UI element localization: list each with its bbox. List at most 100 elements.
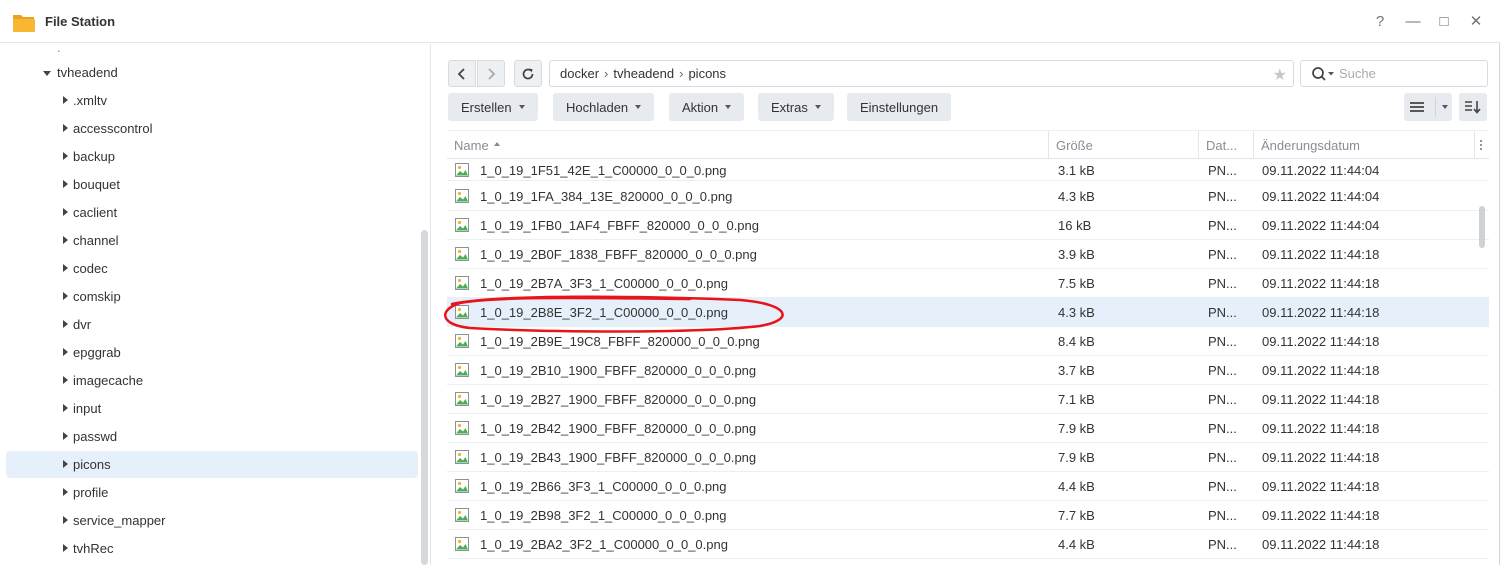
chevron-right-icon[interactable] — [60, 431, 70, 441]
folder-icon — [13, 15, 35, 32]
column-label: Name — [454, 137, 489, 153]
sidebar-scrollbar[interactable] — [421, 230, 428, 565]
table-row[interactable]: 1_0_19_2B98_3F2_1_C00000_0_0_0.png 7.7 kB… — [447, 501, 1489, 530]
tree-item-backup[interactable]: backup — [6, 143, 418, 170]
search-icon[interactable] — [1311, 66, 1337, 82]
chevron-right-icon[interactable] — [60, 95, 70, 105]
tree-item-epggrab[interactable]: epggrab — [6, 339, 418, 366]
column-header-name[interactable]: Name — [447, 131, 1049, 159]
list-view-icon — [1409, 102, 1424, 112]
tree-item-accesscontrol[interactable]: accesscontrol — [6, 115, 418, 142]
breadcrumb-docker[interactable]: docker — [560, 66, 599, 81]
settings-button[interactable]: Einstellungen — [847, 93, 952, 121]
search-input[interactable] — [1339, 64, 1479, 83]
path-bar[interactable]: docker › tvheadend › picons ★ — [549, 60, 1294, 87]
tree-item-label: channel — [73, 233, 119, 248]
file-name: 1_0_19_2B42_1900_FBFF_820000_0_0_0.png — [480, 420, 757, 436]
chevron-right-icon[interactable] — [60, 263, 70, 273]
table-row[interactable]: 1_0_19_2B42_1900_FBFF_820000_0_0_0.png 7.… — [447, 414, 1489, 443]
table-row[interactable]: 1_0_19_1FA_384_13E_820000_0_0_0.png 4.3 k… — [447, 182, 1489, 211]
tree-item-caclient[interactable]: caclient — [6, 199, 418, 226]
file-type: PN... — [1208, 449, 1237, 465]
chevron-right-icon[interactable] — [60, 515, 70, 525]
file-type: PN... — [1208, 304, 1237, 320]
chevron-right-icon[interactable] — [60, 347, 70, 357]
file-modified: 09.11.2022 11:44:18 — [1262, 246, 1380, 262]
tree-item-codec[interactable]: codec — [6, 255, 418, 282]
column-header-size[interactable]: Größe — [1049, 131, 1199, 159]
tree-item-tvhrec[interactable]: tvhRec — [6, 535, 418, 562]
file-name: 1_0_19_2BA2_3F2_1_C00000_0_0_0.png — [480, 536, 728, 552]
chevron-right-icon[interactable] — [60, 487, 70, 497]
chevron-right-icon[interactable] — [60, 543, 70, 553]
table-row[interactable]: 1_0_19_2B0F_1838_FBFF_820000_0_0_0.png 3.… — [447, 240, 1489, 269]
chevron-right-icon[interactable] — [60, 459, 70, 469]
tree-item-dvr[interactable]: dvr — [6, 311, 418, 338]
tree-item-picons[interactable]: picons — [6, 451, 418, 478]
file-name: 1_0_19_1FB0_1AF4_FBFF_820000_0_0_0.png — [480, 217, 759, 233]
extras-label: Extras — [771, 99, 808, 115]
tree-item-bouquet[interactable]: bouquet — [6, 171, 418, 198]
image-file-icon — [455, 537, 469, 551]
chevron-right-icon[interactable] — [60, 319, 70, 329]
search-box[interactable] — [1300, 60, 1488, 87]
tree-item-label: profile — [73, 485, 109, 500]
view-mode-button[interactable] — [1404, 93, 1452, 121]
back-button[interactable] — [448, 60, 476, 87]
tree-item-passwd[interactable]: passwd — [6, 423, 418, 450]
column-header-modified[interactable]: Änderungsdatum — [1254, 131, 1474, 159]
file-type: PN... — [1208, 246, 1237, 262]
dropdown-arrow-icon — [635, 105, 642, 109]
breadcrumb-tvheadend[interactable]: tvheadend — [613, 66, 674, 81]
refresh-icon — [522, 68, 534, 79]
tree-item-input[interactable]: input — [6, 395, 418, 422]
table-row[interactable]: 1_0_19_1FB0_1AF4_FBFF_820000_0_0_0.png 16… — [447, 211, 1489, 240]
chevron-right-icon[interactable] — [60, 375, 70, 385]
file-modified: 09.11.2022 11:44:18 — [1262, 420, 1380, 436]
column-menu-button[interactable] — [1474, 131, 1489, 159]
chevron-right-icon[interactable] — [60, 123, 70, 133]
table-row[interactable]: 1_0_19_2B10_1900_FBFF_820000_0_0_0.png 3.… — [447, 356, 1489, 385]
file-list-scrollbar[interactable] — [1479, 206, 1485, 248]
tree-item-imagecache[interactable]: imagecache — [6, 367, 418, 394]
close-button[interactable]: ✕ — [1465, 10, 1487, 32]
tree-item-channel[interactable]: channel — [6, 227, 418, 254]
window-title: File Station — [45, 14, 116, 29]
help-button[interactable]: ? — [1369, 10, 1391, 32]
file-size: 7.7 kB — [1058, 507, 1095, 523]
create-button[interactable]: Erstellen — [448, 93, 538, 121]
star-icon[interactable]: ★ — [1273, 65, 1287, 85]
table-row[interactable]: 1_0_19_1F51_42E_1_C00000_0_0_0.png 3.1 kB… — [447, 160, 1489, 181]
chevron-down-icon[interactable] — [42, 68, 52, 78]
create-label: Erstellen — [461, 99, 512, 115]
refresh-button[interactable] — [514, 60, 542, 87]
table-row[interactable]: 1_0_19_2B27_1900_FBFF_820000_0_0_0.png 7.… — [447, 385, 1489, 414]
image-file-icon — [455, 334, 469, 348]
action-button[interactable]: Aktion — [669, 93, 745, 121]
breadcrumb-picons[interactable]: picons — [688, 66, 726, 81]
chevron-right-icon[interactable] — [60, 403, 70, 413]
chevron-right-icon[interactable] — [60, 235, 70, 245]
tree-item-label: bouquet — [73, 177, 120, 192]
column-header-type[interactable]: Dat... — [1199, 131, 1254, 159]
table-row[interactable]: 1_0_19_2B66_3F3_1_C00000_0_0_0.png 4.4 kB… — [447, 472, 1489, 501]
tree-item-tvheadend[interactable]: tvheadend — [6, 59, 418, 86]
chevron-right-icon[interactable] — [60, 151, 70, 161]
table-row[interactable]: 1_0_19_2B43_1900_FBFF_820000_0_0_0.png 7.… — [447, 443, 1489, 472]
file-name: 1_0_19_2B66_3F3_1_C00000_0_0_0.png — [480, 478, 727, 494]
chevron-right-icon[interactable] — [60, 179, 70, 189]
tree-item-service-mapper[interactable]: service_mapper — [6, 507, 418, 534]
chevron-right-icon[interactable] — [60, 207, 70, 217]
extras-button[interactable]: Extras — [758, 93, 834, 121]
minimize-button[interactable]: — — [1402, 10, 1424, 32]
tree-item-label: dvr — [73, 317, 92, 332]
table-row[interactable]: 1_0_19_2BA2_3F2_1_C00000_0_0_0.png 4.4 kB… — [447, 530, 1489, 559]
forward-button[interactable] — [477, 60, 505, 87]
sort-button[interactable] — [1459, 93, 1487, 121]
tree-item-profile[interactable]: profile — [6, 479, 418, 506]
chevron-right-icon[interactable] — [60, 291, 70, 301]
tree-item-comskip[interactable]: comskip — [6, 283, 418, 310]
maximize-button[interactable]: □ — [1433, 10, 1455, 32]
upload-button[interactable]: Hochladen — [553, 93, 655, 121]
tree-item-xmltv[interactable]: .xmltv — [6, 87, 418, 114]
